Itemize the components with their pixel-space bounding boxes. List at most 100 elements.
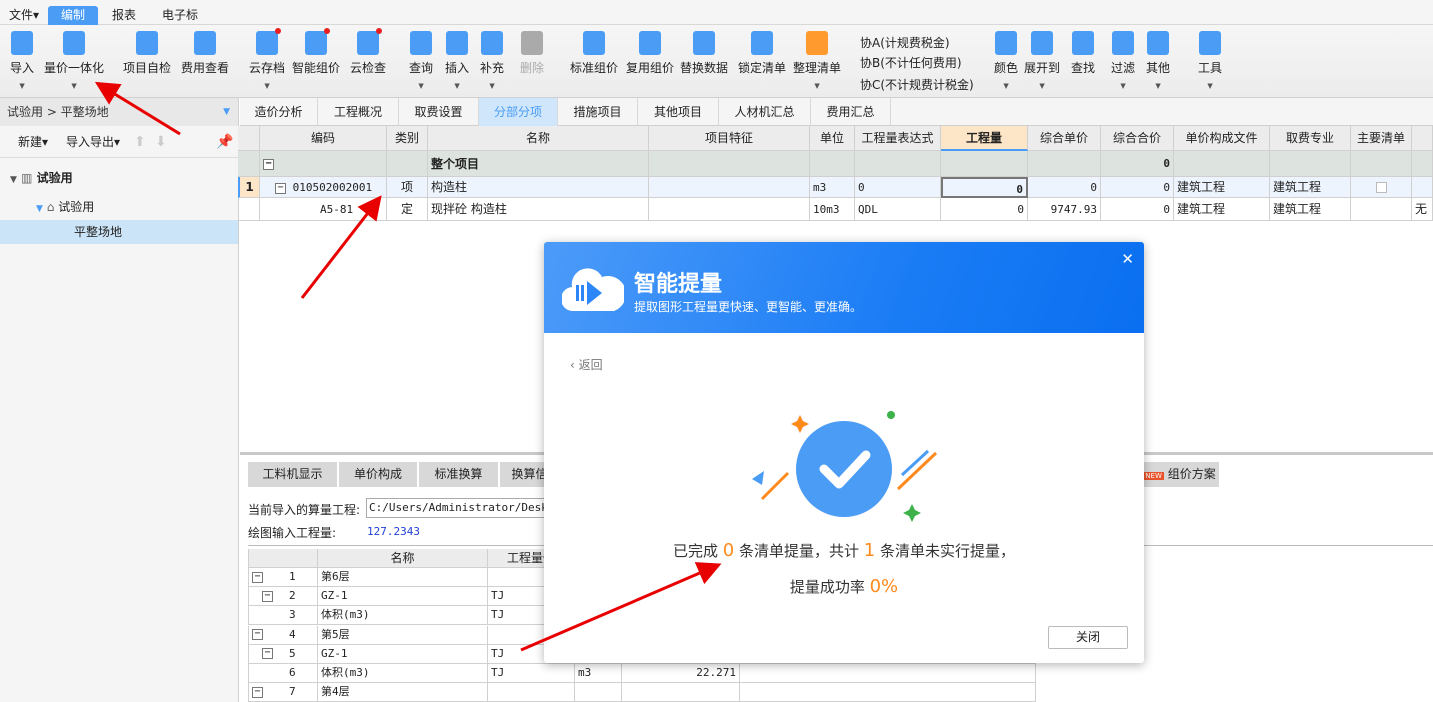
- grid-cell[interactable]: [649, 177, 810, 198]
- chevron-down-icon[interactable]: ▼: [1024, 82, 1060, 90]
- bottom-header-0[interactable]: [248, 549, 318, 568]
- grid-header-8[interactable]: 综合单价: [1028, 126, 1101, 151]
- grid-cell[interactable]: 建筑工程: [1174, 198, 1270, 221]
- collapse-icon[interactable]: −: [252, 571, 263, 583]
- checkbox[interactable]: [1376, 182, 1387, 193]
- chevron-down-icon[interactable]: ▼: [249, 82, 285, 90]
- tree-item-project[interactable]: ▼ ▥ 试验用: [0, 166, 238, 190]
- grid-cell[interactable]: [1351, 177, 1412, 198]
- grid-header-6[interactable]: 工程量表达式: [855, 126, 941, 151]
- tab-labor-material[interactable]: 工料机显示: [248, 462, 338, 487]
- chevron-down-icon[interactable]: ▼: [1146, 82, 1170, 90]
- chevron-down-icon[interactable]: ▼: [44, 82, 104, 90]
- grid-cell[interactable]: 10m3: [810, 198, 855, 221]
- grid-header-3[interactable]: 名称: [428, 126, 649, 151]
- ribbon-button-21[interactable]: 工具 ▼: [1198, 31, 1222, 90]
- move-up-icon[interactable]: ⬆: [134, 126, 146, 158]
- collapse-icon[interactable]: ▼: [10, 175, 17, 185]
- ribbon-button-7[interactable]: 查询 ▼: [409, 31, 433, 90]
- collapse-icon[interactable]: −: [252, 629, 263, 641]
- grid-cell[interactable]: 无: [1412, 198, 1433, 221]
- new-button[interactable]: 新建▾: [18, 126, 48, 158]
- bottom-cell[interactable]: −1: [248, 568, 318, 587]
- bottom-cell[interactable]: 第5层: [318, 625, 488, 645]
- ribbon-button-18[interactable]: 查找: [1071, 31, 1095, 76]
- grid-cell[interactable]: 0: [1101, 198, 1174, 221]
- bottom-cell[interactable]: 体积(m3): [318, 664, 488, 683]
- grid-cell[interactable]: [649, 151, 810, 177]
- tab-unit-price[interactable]: 单价构成: [339, 462, 418, 487]
- close-button[interactable]: 关闭: [1048, 626, 1128, 649]
- chevron-down-icon[interactable]: ▼: [445, 82, 469, 90]
- chevron-down-icon[interactable]: ▼: [10, 82, 34, 90]
- ribbon-button-17[interactable]: 展开到 ▼: [1024, 31, 1060, 90]
- grid-cell[interactable]: 1: [238, 177, 260, 198]
- tab-6[interactable]: 人材机汇总: [719, 98, 811, 126]
- bottom-cell[interactable]: [622, 683, 740, 702]
- bottom-cell[interactable]: 3: [248, 606, 318, 626]
- grid-header-1[interactable]: 编码: [260, 126, 387, 151]
- tree-item-site[interactable]: 平整场地: [0, 220, 238, 244]
- bottom-cell[interactable]: 22.271: [622, 664, 740, 683]
- grid-cell[interactable]: 构造柱: [428, 177, 649, 198]
- grid-cell[interactable]: [1351, 151, 1412, 177]
- ribbon-button-3[interactable]: 费用查看: [181, 31, 229, 76]
- grid-cell[interactable]: 0: [941, 177, 1028, 198]
- ribbon-button-6[interactable]: 云检查: [350, 28, 386, 76]
- ribbon-button-15[interactable]: 整理清单 ▼: [793, 31, 841, 90]
- bottom-cell[interactable]: [575, 683, 622, 702]
- grid-cell[interactable]: 0: [1101, 151, 1174, 177]
- tab-2[interactable]: 取费设置: [399, 98, 479, 126]
- grid-cell[interactable]: 建筑工程: [1270, 198, 1351, 221]
- collapse-icon[interactable]: −: [263, 158, 274, 170]
- ribbon-button-14[interactable]: 锁定清单: [738, 31, 786, 76]
- ribbon-button-0[interactable]: 导入 ▼: [10, 31, 34, 90]
- grid-cell[interactable]: [1412, 151, 1433, 177]
- bottom-cell[interactable]: GZ-1: [318, 587, 488, 607]
- ribbon-button-10[interactable]: 删除: [520, 31, 544, 76]
- grid-cell[interactable]: [238, 151, 260, 177]
- ribbon-button-4[interactable]: 云存档 ▼: [249, 28, 285, 90]
- ribbon-button-5[interactable]: 智能组价: [292, 28, 340, 76]
- grid-cell[interactable]: 项: [387, 177, 428, 198]
- grid-header-9[interactable]: 综合合价: [1101, 126, 1174, 151]
- menu-file[interactable]: 文件▾: [6, 6, 42, 25]
- bottom-cell[interactable]: [488, 683, 575, 702]
- tab-3[interactable]: 分部分项: [479, 98, 558, 126]
- grid-cell[interactable]: m3: [810, 177, 855, 198]
- xie-a-button[interactable]: 协A(计规费税金): [860, 34, 950, 51]
- tab-standard-conversion[interactable]: 标准换算: [419, 462, 499, 487]
- collapse-icon[interactable]: −: [262, 590, 273, 602]
- ribbon-button-16[interactable]: 颜色 ▼: [994, 31, 1018, 90]
- grid-cell[interactable]: 建筑工程: [1174, 177, 1270, 198]
- grid-cell[interactable]: [855, 151, 941, 177]
- grid-cell[interactable]: [941, 151, 1028, 177]
- tree-item-unit[interactable]: ▼ ⌂ 试验用: [0, 195, 238, 219]
- bottom-cell[interactable]: −5: [248, 644, 318, 664]
- tab-5[interactable]: 其他项目: [638, 98, 719, 126]
- ribbon-button-13[interactable]: 替换数据: [680, 31, 728, 76]
- bottom-cell[interactable]: −2: [248, 587, 318, 607]
- grid-cell[interactable]: [1351, 198, 1412, 221]
- grid-cell[interactable]: [1028, 151, 1101, 177]
- bottom-cell[interactable]: 体积(m3): [318, 606, 488, 626]
- menu-edit[interactable]: 编制: [48, 6, 98, 25]
- grid-header-2[interactable]: 类别: [387, 126, 428, 151]
- tab-pricing-scheme[interactable]: NEW 组价方案: [1140, 462, 1220, 487]
- close-icon[interactable]: ✕: [1121, 250, 1134, 268]
- grid-cell[interactable]: 9747.93: [1028, 198, 1101, 221]
- collapse-icon[interactable]: −: [252, 686, 263, 698]
- tab-0[interactable]: 造价分析: [240, 98, 318, 126]
- chevron-down-icon[interactable]: ▼: [793, 82, 841, 90]
- collapse-icon[interactable]: −: [262, 648, 273, 660]
- bottom-cell[interactable]: GZ-1: [318, 644, 488, 664]
- import-path-field[interactable]: C:/Users/Administrator/Desktop: [366, 498, 546, 518]
- bottom-cell[interactable]: [740, 683, 1036, 702]
- grid-cell[interactable]: [810, 151, 855, 177]
- grid-cell[interactable]: [1174, 151, 1270, 177]
- grid-cell[interactable]: [1412, 177, 1433, 198]
- collapse-icon[interactable]: −: [275, 182, 286, 194]
- collapse-icon[interactable]: ▼: [36, 204, 43, 214]
- bottom-header-1[interactable]: 名称: [318, 549, 488, 568]
- chevron-down-icon[interactable]: ▼: [409, 82, 433, 90]
